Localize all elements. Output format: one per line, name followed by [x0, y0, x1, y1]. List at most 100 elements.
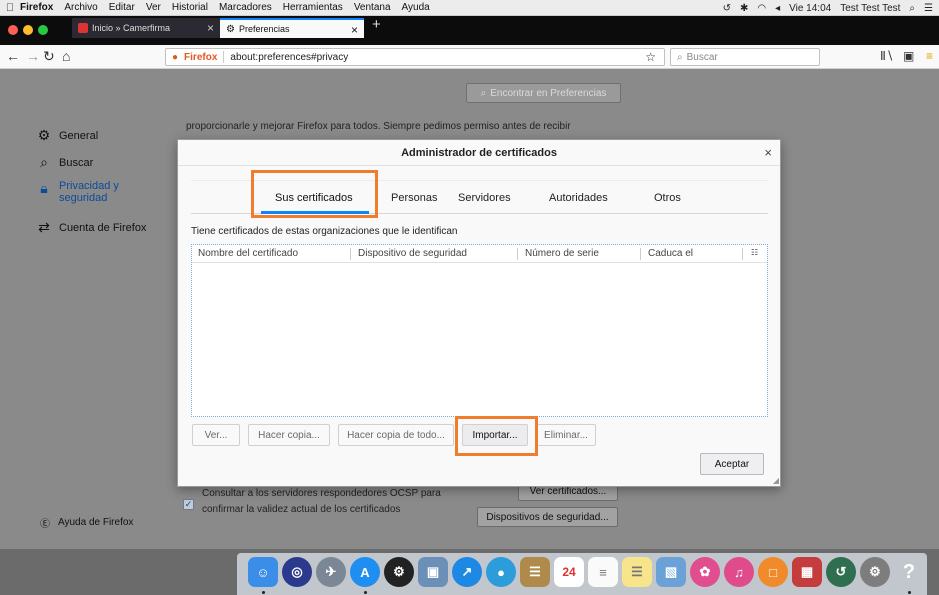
zoom-window-button[interactable] [38, 25, 48, 35]
menu-ver[interactable]: Ver [146, 2, 161, 13]
back-button[interactable]: ← [6, 48, 20, 64]
minimize-window-button[interactable] [23, 25, 33, 35]
menu-firefox[interactable]: Firefox [20, 2, 53, 13]
close-tab-icon[interactable]: × [207, 21, 214, 35]
help-icon[interactable]: ? [894, 557, 924, 587]
time-machine-icon[interactable]: ↺ [826, 557, 856, 587]
close-tab-icon[interactable]: × [351, 23, 358, 37]
time-machine-icon[interactable]: ↺ [723, 3, 731, 14]
help-icon: Ⓔ [40, 519, 50, 530]
search-bar[interactable]: ⌕ Buscar [670, 48, 820, 66]
photo-app-icon[interactable]: ▣ [418, 557, 448, 587]
ocsp-setting: ✓ Consultar a los servidores respondedor… [183, 486, 441, 518]
notification-center-icon[interactable]: ☰ [924, 3, 933, 14]
delete-button[interactable]: Eliminar... [536, 424, 596, 446]
user-name[interactable]: Test Test Test [840, 3, 900, 14]
volume-icon[interactable]: ◂ [775, 3, 780, 14]
backup-button[interactable]: Hacer copia... [248, 424, 330, 446]
camerfirma-favicon-icon [78, 23, 88, 33]
column-header-name[interactable]: Nombre del certificado [198, 248, 298, 259]
security-devices-button[interactable]: Dispositivos de seguridad... [477, 507, 618, 527]
tab-label: Inicio » Camerfirma [92, 23, 171, 33]
messages-icon[interactable]: ● [486, 557, 516, 587]
menu-ventana[interactable]: Ventana [354, 2, 391, 13]
resize-grip-icon[interactable]: ◢ [773, 476, 779, 485]
new-tab-button[interactable]: + [372, 16, 381, 33]
sync-icon: ⇄ [38, 219, 50, 235]
wifi-icon[interactable]: ◠ [757, 3, 766, 14]
bookmark-star-icon[interactable]: ☆ [645, 50, 656, 64]
column-separator [640, 248, 641, 260]
menu-editar[interactable]: Editar [109, 2, 135, 13]
menu-historial[interactable]: Historial [172, 2, 208, 13]
running-indicator [262, 591, 265, 594]
app-store-icon[interactable]: A [350, 557, 380, 587]
system-preferences-icon[interactable]: ⚙ [860, 557, 890, 587]
highlight-sus-certificados [251, 170, 378, 218]
books-icon[interactable]: □ [758, 557, 788, 587]
menu-herramientas[interactable]: Herramientas [283, 2, 343, 13]
tab-autoridades[interactable]: Autoridades [549, 192, 608, 204]
library-icon[interactable]: Ⅱ∖ [880, 49, 894, 63]
navigation-bar: ← → ↻ ⌂ ● Firefox about:preferences#priv… [0, 45, 939, 69]
safari-icon[interactable]: ↗ [452, 557, 482, 587]
menu-marcadores[interactable]: Marcadores [219, 2, 272, 13]
column-header-expires[interactable]: Caduca el [648, 248, 693, 259]
photos-icon[interactable]: ✿ [690, 557, 720, 587]
calendar-icon[interactable]: 24 [554, 557, 584, 587]
siri-icon[interactable]: ◎ [282, 557, 312, 587]
reload-button[interactable]: ↻ [43, 48, 55, 65]
view-button[interactable]: Ver... [192, 424, 240, 446]
certificates-table[interactable]: Nombre del certificado Dispositivo de se… [191, 244, 768, 417]
column-separator [517, 248, 518, 260]
url-text[interactable]: about:preferences#privacy [230, 52, 348, 63]
ocsp-checkbox[interactable]: ✓ [183, 499, 194, 510]
column-separator [350, 248, 351, 260]
system-utility-icon[interactable]: ⚙ [384, 557, 414, 587]
column-header-device[interactable]: Dispositivo de seguridad [358, 248, 467, 259]
apple-icon[interactable]:  [0, 2, 20, 14]
home-button[interactable]: ⌂ [62, 48, 70, 64]
table-header: Nombre del certificado Dispositivo de se… [192, 245, 767, 263]
column-picker-icon[interactable]: ☷ [751, 248, 758, 257]
sidebar-item-label: Buscar [59, 156, 94, 169]
sidebar-item-general[interactable]: ⚙ General [36, 127, 98, 144]
menu-icon[interactable]: ≡ [926, 49, 933, 63]
tab-personas[interactable]: Personas [391, 192, 437, 204]
contacts-icon[interactable]: ☰ [520, 557, 550, 587]
sidebar-icon[interactable]: ▣ [903, 49, 914, 63]
close-window-button[interactable] [8, 25, 18, 35]
sidebar-item-buscar[interactable]: ⌕ Buscar [36, 154, 93, 171]
menu-archivo[interactable]: Archivo [64, 2, 97, 13]
url-separator [223, 51, 225, 63]
preview-icon[interactable]: ▧ [656, 557, 686, 587]
tab-camerfirma[interactable]: Inicio » Camerfirma [72, 18, 220, 38]
sidebar-item-cuenta[interactable]: ⇄ Cuenta de Firefox [36, 219, 146, 236]
accept-button[interactable]: Aceptar [700, 453, 764, 475]
itunes-icon[interactable]: ♫ [724, 557, 754, 587]
notes-icon[interactable]: ☰ [622, 557, 652, 587]
help-link[interactable]: Ⓔ Ayuda de Firefox [40, 515, 133, 530]
clock[interactable]: Vie 14:04 [789, 3, 831, 14]
menu-ayuda[interactable]: Ayuda [402, 2, 430, 13]
finder-icon[interactable]: ☺ [248, 557, 278, 587]
sidebar-item-privacidad[interactable]: 🔒︎ Privacidad y seguridad [36, 180, 134, 204]
reminders-icon[interactable]: ≡ [588, 557, 618, 587]
url-bar[interactable]: ● Firefox about:preferences#privacy ☆ [165, 48, 665, 66]
tab-servidores[interactable]: Servidores [458, 192, 511, 204]
launchpad-icon[interactable]: ✈ [316, 557, 346, 587]
backup-all-button[interactable]: Hacer copia de todo... [338, 424, 454, 446]
column-header-serial[interactable]: Número de serie [525, 248, 599, 259]
tab-otros[interactable]: Otros [654, 192, 681, 204]
tab-label: Preferencias [238, 24, 290, 34]
photo-booth-icon[interactable]: ▦ [792, 557, 822, 587]
highlight-importar [455, 416, 538, 456]
spotlight-icon[interactable]: ⌕ [909, 3, 915, 14]
gear-icon: ⚙ [226, 23, 235, 35]
tab-preferencias[interactable]: ⚙ Preferencias × [220, 18, 364, 38]
sidebar-item-label: Privacidad y seguridad [59, 180, 119, 204]
bluetooth-icon[interactable]: ✱ [740, 3, 748, 14]
preferences-search-input[interactable]: ⌕ Encontrar en Preferencias [466, 83, 621, 103]
forward-button[interactable]: → [26, 48, 40, 64]
close-icon[interactable]: × [764, 145, 772, 160]
